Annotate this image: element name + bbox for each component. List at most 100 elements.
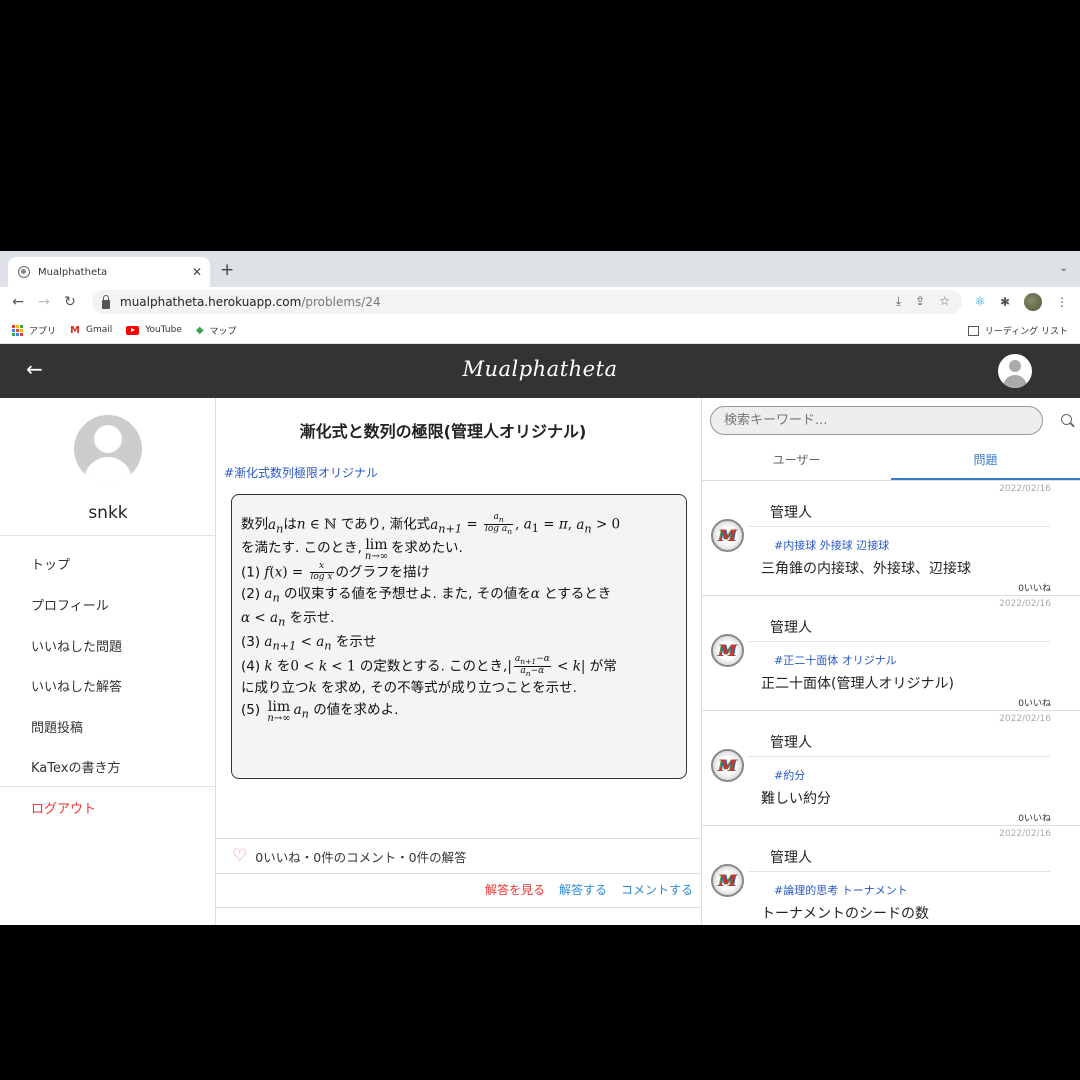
card-likes: 0いいね bbox=[1018, 814, 1051, 824]
maps-icon: ◆ bbox=[195, 324, 204, 336]
active-tab-indicator bbox=[891, 478, 1080, 480]
statement-line: α < an を示せ. bbox=[241, 609, 335, 629]
sidebar-item-profile[interactable]: プロフィール bbox=[31, 595, 109, 614]
author-avatar[interactable]: M bbox=[711, 864, 744, 897]
view-answers-link[interactable]: 解答を見る bbox=[485, 881, 545, 898]
problem-card[interactable]: 2022/02/16 M 管理人 #論理的思考 トーナメント トーナメントのシー… bbox=[702, 826, 1080, 925]
problem-card[interactable]: 2022/02/16 M 管理人 #約分 難しい約分 0いいね bbox=[702, 711, 1080, 826]
reading-list[interactable]: リーディング リスト bbox=[967, 324, 1068, 337]
user-avatar[interactable] bbox=[998, 354, 1032, 388]
extension-area: ⚛ ✱ ⋮ bbox=[974, 293, 1068, 311]
card-title[interactable]: 正二十面体(管理人オリジナル) bbox=[761, 673, 954, 693]
problem-tag[interactable]: #漸化式数列極限オリジナル bbox=[224, 464, 378, 481]
answer-link[interactable]: 解答する bbox=[559, 881, 607, 898]
share-icon[interactable]: ⇪ bbox=[915, 294, 925, 309]
lock-icon[interactable] bbox=[102, 294, 110, 309]
card-date: 2022/02/16 bbox=[999, 484, 1051, 494]
sidebar-item-post-problem[interactable]: 問題投稿 bbox=[31, 717, 83, 736]
heart-icon[interactable]: ♡ bbox=[232, 848, 247, 865]
install-app-icon[interactable]: ⤓ bbox=[896, 294, 901, 309]
bookmark-label: Gmail bbox=[85, 325, 113, 335]
card-tags[interactable]: #内接球 外接球 辺接球 bbox=[774, 537, 889, 553]
bookmark-maps[interactable]: ◆ マップ bbox=[196, 324, 237, 337]
card-date: 2022/02/16 bbox=[999, 829, 1051, 839]
youtube-icon bbox=[126, 325, 140, 335]
logo-icon: M bbox=[718, 641, 737, 660]
divider bbox=[748, 756, 1050, 757]
card-tags[interactable]: #正二十面体 オリジナル bbox=[774, 652, 897, 668]
back-icon[interactable]: ← bbox=[5, 294, 31, 310]
problem-card[interactable]: 2022/02/16 M 管理人 #正二十面体 オリジナル 正二十面体(管理人オ… bbox=[702, 596, 1080, 711]
search-input[interactable] bbox=[710, 406, 1043, 435]
search-panel: ユーザー 問題 2022/02/16 M 管理人 #内接球 外接球 辺接球 三角… bbox=[702, 398, 1080, 925]
url-host: mualphatheta.herokuapp.com bbox=[120, 295, 302, 309]
divider bbox=[0, 535, 216, 536]
tab-problems[interactable]: 問題 bbox=[891, 451, 1080, 468]
author-avatar[interactable]: M bbox=[711, 634, 744, 667]
card-author[interactable]: 管理人 bbox=[770, 617, 812, 637]
url-path: /problems/24 bbox=[301, 295, 381, 309]
bookmark-apps[interactable]: アプリ bbox=[12, 324, 56, 337]
problem-stats: ♡ 0いいね・0件のコメント・0件の解答 bbox=[232, 847, 467, 866]
gmail-icon: M bbox=[70, 324, 80, 336]
browser-window: Mualphatheta ✕ + ⌄ ← → ↻ mualphatheta.he… bbox=[0, 251, 1080, 925]
close-tab-icon[interactable]: ✕ bbox=[192, 265, 202, 279]
bookmark-gmail[interactable]: M Gmail bbox=[70, 325, 112, 336]
tab-strip: Mualphatheta ✕ + ⌄ bbox=[0, 251, 1080, 287]
card-likes: 0いいね bbox=[1018, 584, 1051, 594]
bookmark-label: YouTube bbox=[145, 325, 182, 335]
username: snkk bbox=[88, 503, 128, 523]
logo-icon: M bbox=[718, 871, 737, 890]
browser-tab[interactable]: Mualphatheta ✕ bbox=[8, 257, 210, 287]
sidebar-item-liked-problems[interactable]: いいねした問題 bbox=[31, 636, 122, 655]
tab-title: Mualphatheta bbox=[38, 266, 108, 278]
logout-link[interactable]: ログアウト bbox=[31, 798, 96, 817]
tab-search-chevron-icon[interactable]: ⌄ bbox=[1060, 263, 1068, 274]
stats-text: 0いいね・0件のコメント・0件の解答 bbox=[255, 850, 467, 865]
extensions-puzzle-icon[interactable]: ✱ bbox=[1000, 295, 1010, 309]
search-icon[interactable] bbox=[1061, 414, 1072, 425]
address-bar[interactable]: mualphatheta.herokuapp.com/problems/24 ⤓… bbox=[92, 290, 962, 314]
react-devtools-icon[interactable]: ⚛ bbox=[974, 295, 986, 310]
statement-line: (5) lim n→∞ an の値を求めよ. bbox=[241, 699, 399, 725]
browser-toolbar: ← → ↻ mualphatheta.herokuapp.com/problem… bbox=[0, 287, 1080, 317]
problem-detail: 漸化式と数列の極限(管理人オリジナル) #漸化式数列極限オリジナル 数列anはn… bbox=[216, 398, 702, 925]
card-author[interactable]: 管理人 bbox=[770, 502, 812, 522]
sidebar-item-katex-guide[interactable]: KaTexの書き方 bbox=[31, 757, 120, 776]
divider bbox=[216, 838, 702, 839]
problem-statement: 数列anはn ∈ ℕ であり, 漸化式an+1 = an log an, a1 =… bbox=[231, 494, 687, 779]
sidebar-item-liked-answers[interactable]: いいねした解答 bbox=[31, 676, 122, 695]
profile-picture-icon[interactable] bbox=[1024, 293, 1042, 311]
sidebar: snkk トップ プロフィール いいねした問題 いいねした解答 問題投稿 KaT… bbox=[0, 398, 216, 925]
brand-title[interactable]: Mualphatheta bbox=[0, 357, 1080, 381]
statement-line: に成り立つk を求め, その不等式が成り立つことを示せ. bbox=[241, 680, 577, 697]
statement-line: を満たす. このとき, lim n→∞ を求めたい. bbox=[241, 537, 463, 563]
card-title[interactable]: 難しい約分 bbox=[761, 788, 831, 808]
apps-grid-icon bbox=[12, 324, 23, 336]
new-tab-button[interactable]: + bbox=[220, 260, 234, 280]
bookmark-youtube[interactable]: YouTube bbox=[126, 325, 182, 335]
browser-menu-icon[interactable]: ⋮ bbox=[1056, 295, 1068, 309]
divider bbox=[0, 786, 216, 787]
tab-users[interactable]: ユーザー bbox=[702, 451, 891, 468]
author-avatar[interactable]: M bbox=[711, 519, 744, 552]
sidebar-item-top[interactable]: トップ bbox=[31, 554, 70, 573]
author-avatar[interactable]: M bbox=[711, 749, 744, 782]
card-tags[interactable]: #約分 bbox=[774, 767, 805, 783]
statement-line: (3) an+1 < an を示せ bbox=[241, 633, 377, 653]
statement-line: 数列anはn ∈ ℕ であり, 漸化式an+1 = an log an, a1 =… bbox=[241, 512, 621, 536]
problem-card[interactable]: 2022/02/16 M 管理人 #内接球 外接球 辺接球 三角錐の内接球、外接… bbox=[702, 481, 1080, 596]
bookmark-label: アプリ bbox=[29, 326, 57, 337]
card-title[interactable]: 三角錐の内接球、外接球、辺接球 bbox=[761, 558, 971, 578]
card-tags[interactable]: #論理的思考 トーナメント bbox=[774, 882, 908, 898]
reading-list-icon bbox=[967, 325, 979, 336]
forward-icon[interactable]: → bbox=[31, 294, 57, 310]
card-author[interactable]: 管理人 bbox=[770, 732, 812, 752]
statement-line: (2) an の収束する値を予想せよ. また, その値をα とするとき bbox=[241, 586, 612, 605]
comment-link[interactable]: コメントする bbox=[621, 881, 693, 898]
card-author[interactable]: 管理人 bbox=[770, 847, 812, 867]
divider bbox=[216, 907, 702, 908]
reload-icon[interactable]: ↻ bbox=[57, 294, 83, 310]
bookmark-star-icon[interactable]: ☆ bbox=[939, 294, 950, 309]
card-title[interactable]: トーナメントのシードの数 bbox=[761, 903, 929, 923]
